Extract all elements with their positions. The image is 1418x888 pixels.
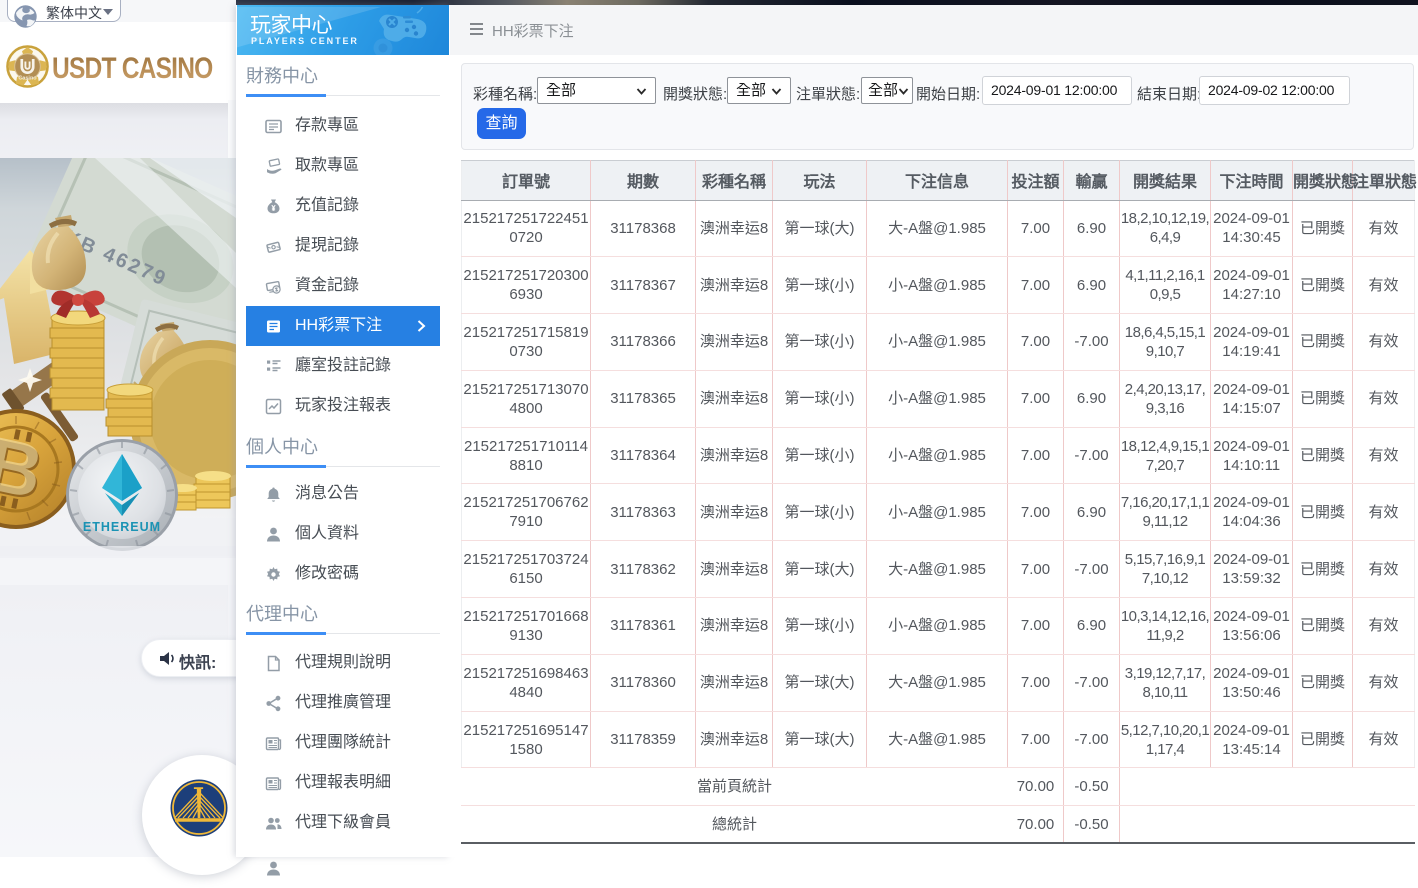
svg-text:ETHEREUM: ETHEREUM <box>83 520 161 534</box>
svg-text:Casino: Casino <box>18 76 37 82</box>
